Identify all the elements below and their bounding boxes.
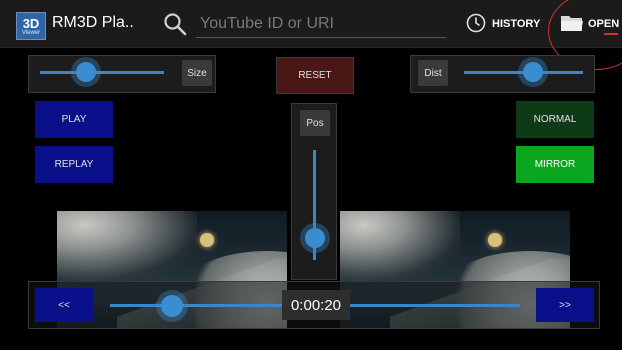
moon xyxy=(488,233,502,247)
dist-label: Dist xyxy=(418,60,448,86)
search-icon[interactable] xyxy=(163,12,187,36)
app-logo: 3D Viewer xyxy=(16,12,46,40)
history-button[interactable]: HISTORY xyxy=(466,12,540,36)
rewind-button[interactable]: << xyxy=(35,288,93,322)
normal-button[interactable]: NORMAL xyxy=(516,101,594,138)
logo-text-small: Viewer xyxy=(21,29,41,36)
replay-button[interactable]: REPLAY xyxy=(35,146,113,183)
pos-slider-thumb[interactable] xyxy=(305,228,325,248)
size-slider-track[interactable] xyxy=(40,71,164,74)
seek-thumb[interactable] xyxy=(160,295,183,317)
size-slider-thumb[interactable] xyxy=(75,62,96,82)
forward-button[interactable]: >> xyxy=(536,288,594,322)
pos-label: Pos xyxy=(300,110,330,136)
moon xyxy=(200,233,214,247)
history-label: HISTORY xyxy=(492,18,541,30)
app-title: RM3D Pla.. xyxy=(52,14,134,31)
time-display: 0:00:20 xyxy=(282,290,350,320)
search-input[interactable] xyxy=(196,10,446,38)
play-button[interactable]: PLAY xyxy=(35,101,113,138)
clock-icon xyxy=(466,13,486,36)
dist-slider-thumb[interactable] xyxy=(523,62,544,82)
mirror-button[interactable]: MIRROR xyxy=(516,146,594,183)
reset-button[interactable]: RESET xyxy=(276,57,354,94)
size-label: Size xyxy=(182,60,212,86)
logo-text-big: 3D xyxy=(22,15,40,31)
